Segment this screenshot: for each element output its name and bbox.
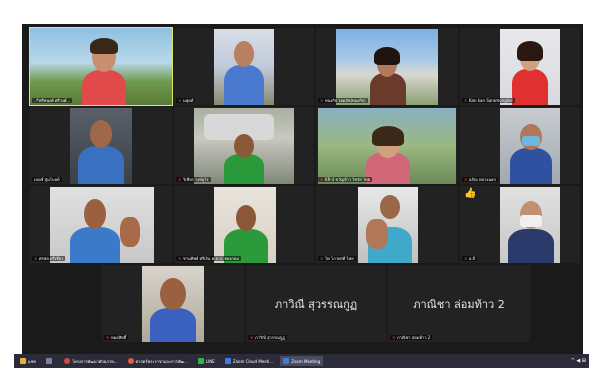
participant-video — [70, 108, 132, 184]
participant-tile[interactable]: เบนซ์ ปุ่มโบลด์ — [30, 107, 172, 184]
participant-name-label: ✕ Kan kan Saramongkol — [462, 97, 515, 103]
participant-name-label: ✕ มหุดต์ — [176, 97, 196, 103]
zoom-gallery-view: 🎤 ศรีทนงค์ ศรีวงศ์... ✕ มหุดต์ ✕ ทนงกิจ รอด… — [22, 24, 583, 354]
participant-tile[interactable]: ✕ หมอสิทธิ์ — [102, 265, 244, 342]
folder-icon — [20, 358, 26, 364]
participant-name-label: ✕ ชานทิพย์ ศรีเงิน ค.ธ.ป. ทองกลม — [176, 255, 241, 261]
participant-name-label: ✕ อ.บี — [462, 255, 478, 261]
participant-tile[interactable]: ✕ ทนงกิจ รอดภัย(ทนงกิจ) — [316, 28, 458, 105]
participant-name-label: ✕ อภิณ พลวงนอก — [462, 176, 498, 182]
participant-video — [500, 187, 560, 263]
taskbar-item[interactable]: Zoom Cloud Meeti... — [222, 356, 276, 366]
participant-name-label: ✕ ไพ โภวพรดี ไทย — [318, 255, 356, 261]
participant-video — [30, 28, 172, 105]
participant-name-label: ✕ ภาณิชา ล่อมท้าว 2 — [390, 334, 433, 340]
microphone-icon: 🎤 — [34, 97, 39, 103]
participant-name-label: เบนซ์ ปุ่มโบลด์ — [32, 177, 62, 182]
participant-video — [50, 187, 154, 263]
microphone-muted-icon: ✕ — [250, 334, 254, 340]
participant-video — [142, 266, 204, 342]
participant-video — [318, 108, 456, 184]
tray-icons[interactable]: ^ ◀ ⊞ — [571, 358, 586, 364]
microphone-muted-icon: ✕ — [178, 255, 182, 261]
participant-name-label: ✕ KR-4 ขวัญข้าว ไซรัส ไทย — [318, 176, 372, 182]
participant-tile[interactable]: ✕ ชานทิพย์ ศรีเงิน ค.ธ.ป. ทองกลม — [174, 186, 314, 263]
microphone-muted-icon: ✕ — [178, 97, 182, 103]
participant-video — [214, 187, 276, 263]
zoom-icon — [224, 358, 231, 364]
zoom-icon — [283, 358, 290, 364]
participant-tile[interactable]: ✕ วิเชียร วงษ์อุไร — [174, 107, 314, 184]
participant-tile[interactable]: ✕ อภิณ พลวงนอก — [460, 107, 580, 184]
microphone-muted-icon: ✕ — [34, 255, 38, 261]
taskbar-item[interactable]: แชท — [17, 356, 39, 366]
app-icon — [45, 358, 52, 364]
participant-video — [194, 108, 294, 184]
microphone-muted-icon: ✕ — [320, 97, 324, 103]
taskbar-item-active[interactable]: Zoom Meeting — [280, 356, 324, 366]
microphone-muted-icon: ✕ — [464, 97, 468, 103]
participant-video — [358, 187, 418, 263]
participant-tile[interactable]: ✕ Kan kan Saramongkol — [460, 28, 580, 105]
taskbar-item[interactable]: ศาสตร์พระราชาและการพัฒ... — [125, 356, 191, 366]
participant-video — [214, 29, 274, 105]
microphone-muted-icon: ✕ — [178, 176, 182, 182]
thumbs-up-reaction-icon: 👍 — [464, 188, 477, 199]
line-icon — [197, 358, 204, 364]
microphone-muted-icon: ✕ — [320, 176, 324, 182]
participant-name-label: ✕ วิเชียร วงษ์อุไร — [176, 176, 211, 182]
system-tray[interactable]: ^ ◀ ⊞ — [571, 358, 586, 364]
microphone-muted-icon: ✕ — [464, 255, 468, 261]
chrome-icon — [63, 358, 70, 364]
microphone-muted-icon: ✕ — [392, 334, 396, 340]
participant-name-label: ✕ ภาวิณี สุวรรณกูฏ — [248, 334, 287, 340]
participant-display-name: ภาวิณี สุวรรณกูฏ — [274, 297, 358, 311]
participant-name-label: ✕ ศรพล ศรีเขียว — [32, 255, 66, 261]
microphone-muted-icon: ✕ — [464, 176, 468, 182]
taskbar-item[interactable]: โครงการพัฒนาศักยภาพ... — [61, 356, 121, 366]
taskbar-item[interactable] — [43, 356, 57, 366]
participant-video — [500, 108, 560, 184]
participant-tile[interactable]: ✕ มหุดต์ — [174, 28, 314, 105]
participant-video — [336, 29, 438, 105]
taskbar-item[interactable]: LINE — [195, 356, 218, 366]
participant-video — [500, 29, 560, 105]
participant-display-name: ภาณิชา ล่อมท้าว 2 — [413, 297, 505, 311]
browser-icon — [127, 358, 134, 364]
participant-tile[interactable]: ภาวิณี สุวรรณกูฏ ✕ ภาวิณี สุวรรณกูฏ — [246, 265, 386, 342]
participant-tile[interactable]: ✕ ไพ โภวพรดี ไทย — [316, 186, 458, 263]
participant-name-label: ✕ หมอสิทธิ์ — [104, 334, 129, 340]
participant-tile[interactable]: ภาณิชา ล่อมท้าว 2 ✕ ภาณิชา ล่อมท้าว 2 — [388, 265, 530, 342]
participant-tile[interactable]: 👍 ✕ อ.บี — [460, 186, 580, 263]
microphone-muted-icon: ✕ — [106, 334, 110, 340]
microphone-muted-icon: ✕ — [320, 255, 324, 261]
participant-tile[interactable]: ✕ ศรพล ศรีเขียว — [30, 186, 172, 263]
participant-name-label: ✕ ทนงกิจ รอดภัย(ทนงกิจ) — [318, 97, 368, 103]
participant-name-label: 🎤 ศรีทนงค์ ศรีวงศ์... — [32, 97, 73, 103]
windows-taskbar: แชท โครงการพัฒนาศักยภาพ... ศาสตร์พระราชา… — [14, 354, 589, 368]
participant-tile[interactable]: ✕ KR-4 ขวัญข้าว ไซรัส ไทย — [316, 107, 458, 184]
participant-tile[interactable]: 🎤 ศรีทนงค์ ศรีวงศ์... — [29, 27, 173, 106]
